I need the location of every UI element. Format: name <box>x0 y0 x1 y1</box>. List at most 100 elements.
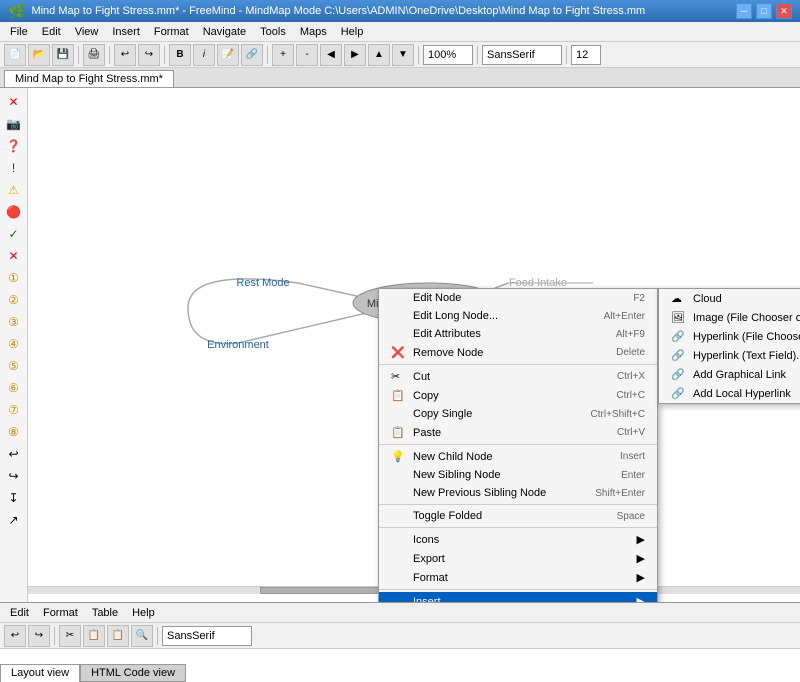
zoom-out-button[interactable]: - <box>296 44 318 66</box>
ctx-new-child-node[interactable]: 💡 New Child Node Insert <box>379 447 657 466</box>
menu-help[interactable]: Help <box>335 24 370 40</box>
sub-image[interactable]: 🖼 Image (File Chooser or Link)... <box>659 308 800 327</box>
new-child-icon: 💡 <box>391 450 409 463</box>
bottom-cut[interactable]: ✂ <box>59 625 81 647</box>
italic-button[interactable]: i <box>193 44 215 66</box>
open-button[interactable]: 📂 <box>28 44 50 66</box>
ctx-edit-attributes[interactable]: Edit Attributes Alt+F9 <box>379 325 657 343</box>
zoom-in-button[interactable]: + <box>272 44 294 66</box>
ctx-format[interactable]: Format ▶ <box>379 568 657 587</box>
ctx-edit-long-node[interactable]: Edit Long Node... Alt+Enter <box>379 307 657 325</box>
bottom-undo[interactable]: ↩ <box>4 625 26 647</box>
ctx-remove-node[interactable]: ❌ Remove Node Delete <box>379 343 657 362</box>
link-button[interactable]: 🔗 <box>241 44 263 66</box>
bottom-tab-bar: Layout view HTML Code view <box>0 664 186 682</box>
nav-down[interactable]: ▼ <box>392 44 414 66</box>
bottom-font-family[interactable] <box>162 626 252 646</box>
sidebar-icon-4[interactable]: ④ <box>4 334 24 354</box>
insert-submenu: ☁ Cloud 🖼 Image (File Chooser or Link)..… <box>658 288 800 404</box>
sidebar-icon-6[interactable]: ⑥ <box>4 378 24 398</box>
node-button[interactable]: 📝 <box>217 44 239 66</box>
sidebar-icon-check[interactable]: ✓ <box>4 224 24 244</box>
bottom-redo[interactable]: ↪ <box>28 625 50 647</box>
sidebar-icon-back[interactable]: ↩ <box>4 444 24 464</box>
ctx-insert[interactable]: Insert ▶ <box>379 592 657 602</box>
font-family-input[interactable] <box>482 45 562 65</box>
sidebar-icon-x[interactable]: ✕ <box>4 246 24 266</box>
sidebar-icon-1[interactable]: ① <box>4 268 24 288</box>
ctx-copy-single[interactable]: Copy Single Ctrl+Shift+C <box>379 405 657 423</box>
menu-navigate[interactable]: Navigate <box>197 24 252 40</box>
bottom-menu-format[interactable]: Format <box>37 605 84 621</box>
context-menu: Edit Node F2 Edit Long Node... Alt+Enter… <box>378 288 658 602</box>
nav-up[interactable]: ▲ <box>368 44 390 66</box>
font-size-input[interactable] <box>571 45 601 65</box>
sub-hyperlink-text[interactable]: 🔗 Hyperlink (Text Field)... <box>659 346 800 365</box>
undo-button[interactable]: ↩ <box>114 44 136 66</box>
ctx-edit-node[interactable]: Edit Node F2 <box>379 289 657 307</box>
sidebar-icon-warn[interactable]: ⚠ <box>4 180 24 200</box>
sub-cloud[interactable]: ☁ Cloud <box>659 289 800 308</box>
menu-format[interactable]: Format <box>148 24 195 40</box>
remove-node-icon: ❌ <box>391 346 409 359</box>
ctx-cut[interactable]: ✂ Cut Ctrl+X <box>379 367 657 386</box>
bottom-copy[interactable]: 📋 <box>83 625 105 647</box>
sub-add-local-hyperlink[interactable]: 🔗 Add Local Hyperlink <box>659 384 800 403</box>
ctx-new-sibling-node[interactable]: New Sibling Node Enter <box>379 466 657 484</box>
maximize-button[interactable]: □ <box>756 3 772 19</box>
sidebar-icon-question[interactable]: ❓ <box>4 136 24 156</box>
sidebar-icon-forward[interactable]: ↪ <box>4 466 24 486</box>
separator-1 <box>379 364 657 365</box>
bottom-paste[interactable]: 📋 <box>107 625 129 647</box>
sidebar-icon-close[interactable]: ✕ <box>4 92 24 112</box>
sidebar-icon-down[interactable]: ↧ <box>4 488 24 508</box>
menu-view[interactable]: View <box>69 24 105 40</box>
close-button[interactable]: ✕ <box>776 3 792 19</box>
ctx-copy[interactable]: 📋 Copy Ctrl+C <box>379 386 657 405</box>
sidebar-icon-2[interactable]: ② <box>4 290 24 310</box>
hyperlink-text-icon: 🔗 <box>671 349 687 362</box>
hyperlink-file-icon: 🔗 <box>671 330 687 343</box>
menu-edit[interactable]: Edit <box>36 24 67 40</box>
local-hyperlink-icon: 🔗 <box>671 387 687 400</box>
bold-button[interactable]: B <box>169 44 191 66</box>
tab-layout-view[interactable]: Layout view <box>0 664 80 682</box>
save-button[interactable]: 💾 <box>52 44 74 66</box>
sidebar-icon-camera[interactable]: 📷 <box>4 114 24 134</box>
sub-add-graphical-link[interactable]: 🔗 Add Graphical Link <box>659 365 800 384</box>
sidebar-icon-8[interactable]: ⑧ <box>4 422 24 442</box>
sidebar-icon-7[interactable]: ⑦ <box>4 400 24 420</box>
bottom-menu-help[interactable]: Help <box>126 605 161 621</box>
menu-maps[interactable]: Maps <box>294 24 333 40</box>
ctx-export[interactable]: Export ▶ <box>379 549 657 568</box>
bottom-search[interactable]: 🔍 <box>131 625 153 647</box>
menu-insert[interactable]: Insert <box>106 24 146 40</box>
ctx-new-prev-sibling[interactable]: New Previous Sibling Node Shift+Enter <box>379 484 657 502</box>
sub-hyperlink-file[interactable]: 🔗 Hyperlink (File Chooser)... <box>659 327 800 346</box>
nav-left[interactable]: ◀ <box>320 44 342 66</box>
bottom-menu-table[interactable]: Table <box>86 605 124 621</box>
sidebar-icon-stop[interactable]: 🔴 <box>4 202 24 222</box>
separator-4 <box>379 527 657 528</box>
new-button[interactable]: 📄 <box>4 44 26 66</box>
ctx-toggle-folded[interactable]: Toggle Folded Space <box>379 507 657 525</box>
ctx-icons[interactable]: Icons ▶ <box>379 530 657 549</box>
redo-button[interactable]: ↪ <box>138 44 160 66</box>
menu-tools[interactable]: Tools <box>254 24 292 40</box>
canvas-area[interactable]: Mind Map to Fight Stress Rest Mode Food … <box>28 88 800 602</box>
bottom-menu-bar: Edit Format Table Help <box>0 603 800 623</box>
print-button[interactable]: 🖨 <box>83 44 105 66</box>
graphical-link-icon: 🔗 <box>671 368 687 381</box>
menu-file[interactable]: File <box>4 24 34 40</box>
tab-html-code-view[interactable]: HTML Code view <box>80 664 186 682</box>
main-tab[interactable]: Mind Map to Fight Stress.mm* <box>4 70 174 87</box>
minimize-button[interactable]: ─ <box>736 3 752 19</box>
sidebar-icon-5[interactable]: ⑤ <box>4 356 24 376</box>
sidebar-icon-arrow[interactable]: ↗ <box>4 510 24 530</box>
bottom-menu-edit[interactable]: Edit <box>4 605 35 621</box>
sidebar-icon-exclaim[interactable]: ! <box>4 158 24 178</box>
sidebar-icon-3[interactable]: ③ <box>4 312 24 332</box>
zoom-input[interactable] <box>423 45 473 65</box>
ctx-paste[interactable]: 📋 Paste Ctrl+V <box>379 423 657 442</box>
nav-right[interactable]: ▶ <box>344 44 366 66</box>
